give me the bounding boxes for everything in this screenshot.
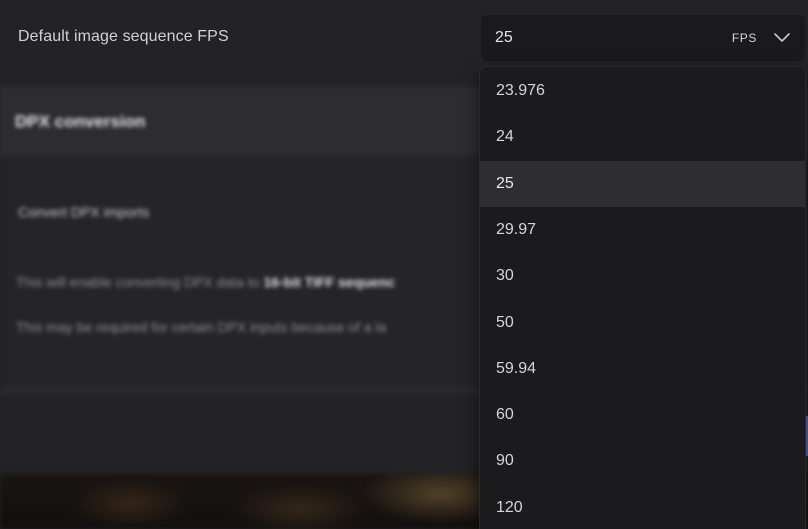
- fps-option[interactable]: 59.94: [480, 346, 805, 392]
- fps-option[interactable]: 60: [480, 392, 805, 438]
- dpx-info-bold: 16-bit TIFF sequenc: [263, 274, 395, 290]
- dpx-info-line-2: This may be required for certain DPX inp…: [16, 319, 387, 335]
- fps-option[interactable]: 24: [480, 114, 805, 160]
- fps-setting-label: Default image sequence FPS: [18, 28, 229, 45]
- dpx-section-title: DPX conversion: [15, 112, 146, 131]
- fps-select[interactable]: 25 FPS: [481, 15, 805, 61]
- fps-option[interactable]: 25: [480, 160, 805, 207]
- convert-dpx-label: Convert DPX imports: [18, 204, 150, 220]
- fps-dropdown-menu: 23.976 24 25 29.97 30 50 59.94 60 90 120: [480, 67, 805, 529]
- fps-option[interactable]: 30: [480, 253, 805, 299]
- dpx-info-text: This will enable converting DPX data to: [16, 274, 264, 290]
- fps-option[interactable]: 90: [480, 438, 805, 484]
- fps-unit-label: FPS: [731, 31, 757, 45]
- fps-option[interactable]: 23.976: [480, 68, 805, 114]
- chevron-down-icon: [774, 33, 790, 42]
- fps-option[interactable]: 29.97: [480, 207, 805, 253]
- dpx-info-line-1: This will enable converting DPX data to …: [16, 274, 395, 290]
- fps-setting-row: Default image sequence FPS 25 FPS: [0, 0, 808, 68]
- settings-page: Default image sequence FPS 25 FPS DPX co…: [0, 0, 808, 529]
- fps-select-value: 25: [495, 29, 513, 46]
- fps-option[interactable]: 50: [480, 300, 805, 346]
- fps-option[interactable]: 120: [480, 485, 805, 529]
